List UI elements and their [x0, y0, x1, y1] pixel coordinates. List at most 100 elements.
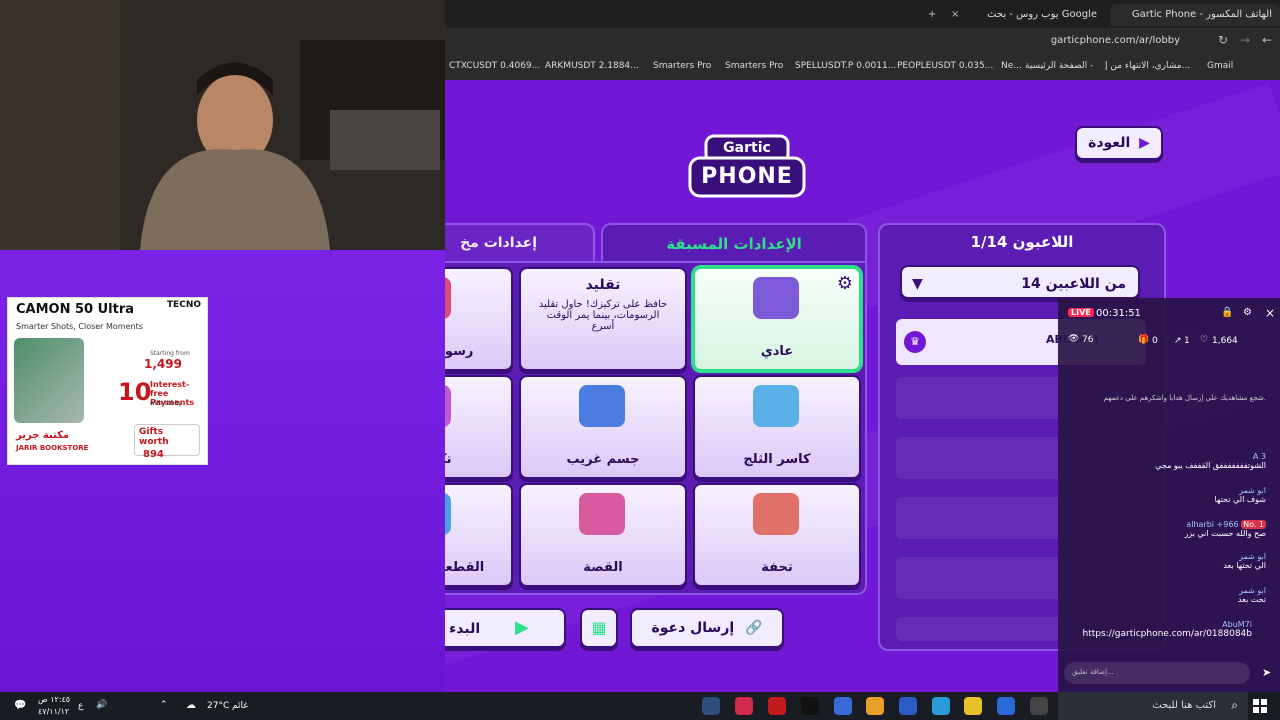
- bookmark[interactable]: CTXCUSDT 0.4069...: [449, 61, 540, 71]
- tab-presets-label: الإعدادات المسبقة: [666, 235, 802, 253]
- bookmark[interactable]: Gmail: [1207, 61, 1233, 71]
- back-label: العودة: [1088, 135, 1131, 151]
- bookmark[interactable]: ARKMUSDT 2.1884...: [545, 61, 639, 71]
- chat-text: تحت بعد: [1237, 595, 1266, 604]
- bookmarks-bar: CTXCUSDT 0.4069... ARKMUSDT 2.1884... Sm…: [445, 56, 1280, 81]
- mode-strange-body[interactable]: جسم غريب: [519, 375, 687, 479]
- edge-icon[interactable]: [932, 697, 950, 715]
- outlook-icon[interactable]: [997, 697, 1015, 715]
- webcam-image: [0, 0, 445, 250]
- ad-title: CAMON 50 Ultra: [16, 302, 135, 317]
- mode-missing-piece[interactable]: القطعة المفقودة: [445, 483, 513, 587]
- phone-image: [14, 338, 84, 423]
- search-icon: ⌕: [1231, 698, 1238, 712]
- tiktok-icon[interactable]: [801, 697, 819, 715]
- taskbar-search-placeholder: اكتب هنا للبحث: [1152, 700, 1216, 711]
- mode-story-label: القصة: [583, 560, 623, 575]
- mode-complement[interactable]: تكميلي: [445, 375, 513, 479]
- tab-presets[interactable]: الإعدادات المسبقة: [601, 223, 867, 265]
- link-icon: 🔗: [745, 620, 763, 636]
- close-icon[interactable]: ×: [1265, 306, 1275, 320]
- tecno-ad-banner[interactable]: CAMON 50 Ultra TECNO Smarter Shots, Clos…: [7, 297, 208, 465]
- language-indicator[interactable]: ع: [78, 701, 83, 711]
- mode-icebreaker[interactable]: كاسر الثلج: [693, 375, 861, 479]
- file-explorer-icon[interactable]: [964, 697, 982, 715]
- rank-badge: No. 1: [1241, 520, 1266, 529]
- chat-username: AbuM7i: [1222, 620, 1252, 629]
- player-count-value: 14 من اللاعبين: [1021, 276, 1126, 292]
- back-icon[interactable]: ←: [1262, 33, 1272, 47]
- taskbar-search[interactable]: اكتب هنا للبحث ⌕: [1058, 692, 1248, 720]
- mode-masterpiece[interactable]: تحفة: [693, 483, 861, 587]
- media-icon[interactable]: [834, 697, 852, 715]
- close-tab-icon[interactable]: ×: [943, 4, 963, 26]
- portrait-icon: [753, 493, 799, 535]
- tab-custom-label: إعدادات مخ: [460, 235, 537, 251]
- forward-icon[interactable]: →: [1240, 33, 1250, 47]
- chat-username: A 3: [1252, 452, 1266, 461]
- new-tab-icon[interactable]: +: [920, 4, 940, 26]
- bookmark[interactable]: مشاري، الانتهاء من إ...: [1105, 61, 1190, 71]
- send-icon[interactable]: ➤: [1262, 666, 1271, 679]
- start-button[interactable]: البدء ▶: [445, 608, 566, 648]
- browser-tab-strip: Gartic Phone - الهاتف المكسور يوب روس - …: [445, 0, 1280, 28]
- mode-story[interactable]: القصة: [519, 483, 687, 587]
- clock-date[interactable]: ٤٧/١١/١٢: [38, 707, 69, 716]
- invite-button[interactable]: إرسال دعوة 🔗: [630, 608, 784, 648]
- play-icon: ▶: [515, 617, 529, 638]
- viewers-count: 76: [1082, 335, 1094, 345]
- settings-icon[interactable]: ⚙: [1243, 307, 1252, 318]
- bookmark[interactable]: Smarters Pro: [725, 61, 783, 71]
- chat-text: https://garticphone.com/ar/0188084b: [1082, 629, 1253, 639]
- empty-player-slot: [896, 377, 1066, 419]
- tray-chevron-icon[interactable]: ⌃: [160, 700, 168, 710]
- mode-imitation-label: تقليد: [585, 277, 621, 293]
- chat-username: ابو شمر: [1239, 586, 1266, 595]
- chrome-icon[interactable]: [866, 697, 884, 715]
- bookmark[interactable]: SPELLUSDT.P 0.0011...: [795, 61, 896, 71]
- logo-bottom-text: PHONE: [701, 164, 793, 189]
- clock-time[interactable]: ١٢:٤٥ ص: [38, 695, 70, 704]
- bookmark[interactable]: Smarters Pro: [653, 61, 711, 71]
- gifts-count: 0: [1152, 336, 1158, 346]
- gear-icon[interactable]: ⚙: [837, 273, 853, 294]
- empty-player-slot: [896, 437, 1066, 479]
- chat-username: alharbi +966: [1186, 520, 1239, 529]
- windows-start-icon[interactable]: [1252, 698, 1268, 714]
- windows-logo: [1253, 699, 1267, 713]
- reload-icon[interactable]: ↻: [1218, 33, 1228, 47]
- mode-imitation[interactable]: تقليد حافظ على تركيزك! حاول تقليد الرسوم…: [519, 267, 687, 371]
- mode-missing-piece-label: القطعة المفقودة: [445, 560, 485, 575]
- lock-icon[interactable]: 🔒: [1221, 307, 1233, 318]
- mode-animation[interactable]: رسوم متحركة: [445, 267, 513, 371]
- tab-gartic-phone[interactable]: Gartic Phone - الهاتف المكسور: [1110, 4, 1280, 26]
- ad-installments-num: 10: [118, 378, 152, 406]
- back-button[interactable]: العودة ▶: [1075, 126, 1163, 160]
- weather-label: غائم: [232, 701, 248, 711]
- bookmark[interactable]: PEOPLEUSDT 0.035...: [897, 61, 993, 71]
- invite-label: إرسال دعوة: [651, 620, 735, 636]
- qr-code-button[interactable]: ▦: [580, 608, 618, 648]
- viewers-icon: 👁: [1068, 334, 1080, 344]
- heart-icon: ♡: [1200, 335, 1209, 345]
- chat-message: AbuM7i https://garticphone.com/ar/018808…: [1083, 620, 1253, 639]
- store-icon[interactable]: [899, 697, 917, 715]
- comment-input[interactable]: إضافة تعليق...: [1064, 662, 1250, 684]
- pin-icon: [445, 277, 451, 319]
- notification-icon[interactable]: 💬: [14, 700, 26, 711]
- volume-icon[interactable]: 🔊: [96, 700, 107, 710]
- crown-icon: ♛: [904, 331, 926, 353]
- url-field[interactable]: garticphone.com/ar/lobby: [1051, 35, 1180, 46]
- likes-count: 1,664: [1212, 336, 1238, 346]
- strange-body-icon: [579, 385, 625, 427]
- bookmark[interactable]: الصفحة الرئيسية -: [1025, 61, 1093, 71]
- mode-normal[interactable]: ⚙ عادي: [693, 267, 861, 371]
- steam-icon[interactable]: [702, 697, 720, 715]
- task-view-icon[interactable]: [1030, 697, 1048, 715]
- app-icon[interactable]: [768, 697, 786, 715]
- bookmark[interactable]: Ne...: [1001, 61, 1022, 71]
- player-count-select[interactable]: 14 من اللاعبين ▼: [900, 265, 1140, 299]
- tiktok-live-icon[interactable]: [735, 697, 753, 715]
- logo-top-text: Gartic: [723, 140, 771, 156]
- tab-google-search[interactable]: يوب روس - بحث Google: [965, 4, 1105, 26]
